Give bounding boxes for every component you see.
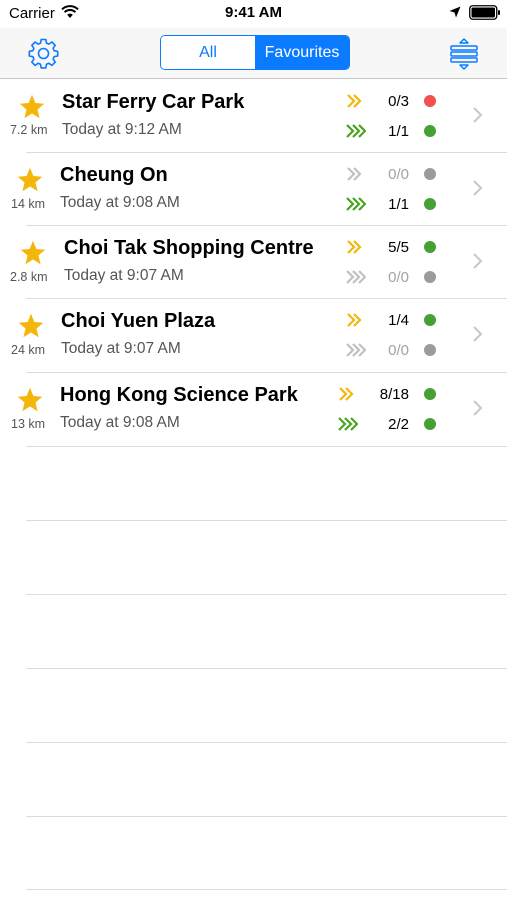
star-icon[interactable]: [17, 312, 45, 340]
distance-label: 13 km: [11, 417, 46, 431]
status-time: 9:41 AM: [225, 4, 282, 21]
space-count: 1/1: [388, 123, 409, 140]
star-icon[interactable]: [16, 386, 44, 414]
status-dot: [424, 418, 436, 430]
status-dot: [424, 125, 436, 137]
list-item[interactable]: 13 km Hong Kong Science Park Today at 9:…: [0, 372, 507, 445]
space-count: 5/5: [388, 239, 409, 256]
chevron-right-icon: [473, 400, 483, 416]
space-count: 0/0: [388, 166, 409, 183]
updated-time: Today at 9:12 AM: [62, 121, 182, 138]
distance-label: 2.8 km: [10, 270, 48, 284]
status-dot: [424, 314, 436, 326]
space-count: 8/18: [379, 386, 409, 403]
space-count: 0/0: [388, 342, 409, 359]
star-icon[interactable]: [18, 93, 46, 121]
status-dot: [424, 95, 436, 107]
empty-row-separator: [26, 520, 507, 521]
status-bar: Carrier 9:41 AM: [0, 0, 507, 28]
star-icon[interactable]: [16, 166, 44, 194]
chevron-right-icon: [473, 253, 483, 269]
status-dot: [424, 344, 436, 356]
distance-label: 7.2 km: [10, 123, 48, 137]
empty-row-separator: [26, 594, 507, 595]
list-item[interactable]: 7.2 km Star Ferry Car Park Today at 9:12…: [0, 79, 507, 152]
navigation-bar: All Favourites: [0, 28, 507, 79]
star-icon[interactable]: [19, 239, 47, 267]
updated-time: Today at 9:07 AM: [61, 340, 181, 357]
gear-icon[interactable]: [27, 37, 60, 70]
empty-row-separator: [26, 816, 507, 817]
space-count: 0/0: [388, 269, 409, 286]
sort-layers-icon[interactable]: [447, 37, 481, 71]
distance-label: 14 km: [11, 197, 46, 211]
battery-icon: [469, 5, 500, 20]
updated-time: Today at 9:08 AM: [60, 194, 180, 211]
updated-time: Today at 9:08 AM: [60, 414, 180, 431]
chevron-right-icon: [473, 180, 483, 196]
empty-row-separator: [26, 668, 507, 669]
list-item[interactable]: 24 km Choi Yuen Plaza Today at 9:07 AM 1…: [0, 298, 507, 371]
segment-favourites[interactable]: Favourites: [255, 36, 349, 69]
chevron-right-icon: [473, 107, 483, 123]
empty-row-separator: [26, 742, 507, 743]
list-item[interactable]: 14 km Cheung On Today at 9:08 AM 0/0 1/1: [0, 152, 507, 225]
list-item[interactable]: 2.8 km Choi Tak Shopping Centre Today at…: [0, 225, 507, 298]
car-park-name: Cheung On: [60, 164, 168, 186]
row-separator: [26, 446, 507, 447]
space-count: 1/1: [388, 196, 409, 213]
status-dot: [424, 271, 436, 283]
car-park-name: Choi Yuen Plaza: [61, 310, 216, 332]
car-park-name: Choi Tak Shopping Centre: [64, 237, 314, 259]
updated-time: Today at 9:07 AM: [64, 267, 184, 284]
filter-segmented-control: All Favourites: [160, 35, 350, 70]
empty-row-separator: [26, 889, 507, 890]
space-count: 0/3: [388, 93, 409, 110]
location-arrow-icon: [449, 6, 461, 18]
status-dot: [424, 198, 436, 210]
space-count: 1/4: [388, 312, 409, 329]
space-count: 2/2: [388, 416, 409, 433]
car-park-name: Star Ferry Car Park: [62, 91, 245, 113]
status-dot: [424, 241, 436, 253]
chevron-right-icon: [473, 326, 483, 342]
status-dot: [424, 388, 436, 400]
segment-all[interactable]: All: [161, 36, 255, 69]
status-dot: [424, 168, 436, 180]
car-park-name: Hong Kong Science Park: [60, 384, 298, 406]
distance-label: 24 km: [11, 343, 46, 357]
